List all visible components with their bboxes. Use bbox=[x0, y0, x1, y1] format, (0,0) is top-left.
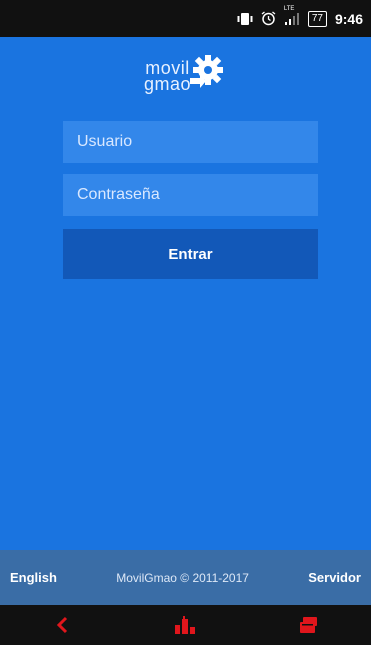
home-icon bbox=[175, 616, 196, 634]
alarm-icon bbox=[261, 11, 276, 26]
server-link[interactable]: Servidor bbox=[308, 570, 361, 585]
footer: English MovilGmao © 2011-2017 Servidor bbox=[0, 550, 371, 605]
clock: 9:46 bbox=[334, 10, 363, 27]
copyright-text: MovilGmao © 2011-2017 bbox=[116, 570, 249, 585]
navigation-bar bbox=[0, 605, 371, 645]
login-button[interactable]: Entrar bbox=[63, 229, 318, 279]
recent-apps-icon bbox=[300, 617, 318, 633]
back-icon bbox=[56, 616, 67, 634]
app-logo: movil gmao bbox=[140, 52, 240, 100]
back-button[interactable] bbox=[42, 610, 82, 640]
network-type-label: LTE bbox=[283, 5, 295, 12]
username-input[interactable] bbox=[63, 121, 318, 163]
battery-level: 77 bbox=[311, 12, 323, 24]
password-input[interactable] bbox=[63, 174, 318, 216]
logo-text: movil gmao bbox=[144, 59, 192, 94]
logo-line-2: gmao bbox=[144, 74, 192, 94]
vibrate-icon bbox=[237, 12, 253, 26]
home-button[interactable] bbox=[165, 610, 205, 640]
status-bar: LTE 77 9:46 bbox=[0, 0, 371, 37]
language-link[interactable]: English bbox=[10, 570, 57, 585]
gear-icon bbox=[190, 55, 223, 88]
signal-icon: LTE bbox=[284, 6, 300, 26]
battery-icon: 77 bbox=[307, 10, 327, 27]
recent-apps-button[interactable] bbox=[289, 610, 329, 640]
login-screen: movil gmao Entrar bbox=[0, 37, 371, 550]
